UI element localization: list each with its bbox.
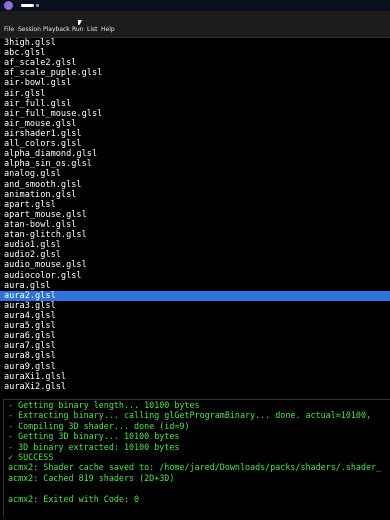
file-list-item[interactable]: audio_mouse.glsl <box>0 260 390 270</box>
file-list-item[interactable]: air_full_mouse.glsl <box>0 109 390 119</box>
file-list-item[interactable]: audio2.glsl <box>0 250 390 260</box>
terminal-line: - 3D binary extracted: 10100 bytes <box>8 441 180 452</box>
file-list-item[interactable]: aura4.glsl <box>0 311 390 321</box>
file-list-item[interactable]: apart_mouse.glsl <box>0 210 390 220</box>
app-launcher-icon[interactable] <box>4 1 13 10</box>
file-list-item[interactable]: auraXi1.glsl <box>0 372 390 382</box>
file-list-item[interactable]: atan-bowl.glsl <box>0 220 390 230</box>
menu-help[interactable]: Help <box>101 26 115 33</box>
menu-session[interactable]: Session <box>18 26 41 33</box>
file-list-item[interactable]: atan-glitch.glsl <box>0 230 390 240</box>
terminal-line: - Compiling 3D shader... done (id=9) <box>8 420 190 431</box>
file-list-item[interactable]: aura.glsl <box>0 281 390 291</box>
file-list-item[interactable]: air-bowl.glsl <box>0 78 390 88</box>
file-list-item[interactable]: apart.glsl <box>0 200 390 210</box>
file-list-item[interactable]: af_scale_puple.glsl <box>0 68 390 78</box>
menu-bar: File Session Playback Run List Help <box>0 25 390 38</box>
system-top-bar <box>0 0 390 11</box>
menu-list[interactable]: List <box>87 26 98 33</box>
file-list-item[interactable]: all_colors.glsl <box>0 139 390 149</box>
file-list-item[interactable]: aura6.glsl <box>0 331 390 341</box>
file-list-item[interactable]: auraXi2.glsl <box>0 382 390 392</box>
file-list-item[interactable]: audio1.glsl <box>0 240 390 250</box>
workspace-indicator-icon[interactable] <box>21 4 34 7</box>
terminal-line: ✓ SUCCESS <box>8 451 54 462</box>
file-list-item[interactable]: abc.glsl <box>0 48 390 58</box>
window-title-bar[interactable] <box>0 11 390 25</box>
terminal-line: - Getting binary length... 10100 bytes <box>8 400 200 410</box>
workspace-dot-icon[interactable] <box>36 4 39 7</box>
file-list-item[interactable]: aura7.glsl <box>0 341 390 351</box>
terminal-line: - Getting 3D binary... 10100 bytes <box>8 431 180 442</box>
menu-file[interactable]: File <box>4 26 14 33</box>
file-list-item[interactable]: alpha_diamond.glsl <box>0 149 390 159</box>
file-list-item[interactable]: air_full.glsl <box>0 99 390 109</box>
file-list-item[interactable]: air.glsl <box>0 89 390 99</box>
terminal-line: acmx2: Shader cache saved to: /home/jare… <box>8 462 382 473</box>
file-list-item-selected[interactable]: aura2.glsl <box>0 290 390 301</box>
terminal-line: - Extracting binary... calling glGetProg… <box>8 410 377 421</box>
file-list-item[interactable]: audiocolor.glsl <box>0 271 390 281</box>
menu-run[interactable]: Run <box>72 26 84 33</box>
file-list-item[interactable]: and_smooth.glsl <box>0 180 390 190</box>
file-list-item[interactable]: analog.glsl <box>0 169 390 179</box>
terminal-line: acmx2: Exited with Code: 0 <box>8 493 140 504</box>
terminal-line: acmx2: Cached 819 shaders (2D+3D) <box>8 472 175 483</box>
file-list-item[interactable]: air_mouse.glsl <box>0 119 390 129</box>
file-list-item[interactable]: aura8.glsl <box>0 351 390 361</box>
file-list-item[interactable]: af_scale2.glsl <box>0 58 390 68</box>
file-list-item[interactable]: aura3.glsl <box>0 301 390 311</box>
file-list-item[interactable]: aura9.glsl <box>0 362 390 372</box>
file-list-item[interactable]: airshader1.glsl <box>0 129 390 139</box>
terminal-output: - Getting binary length... 10100 bytes - … <box>3 399 390 517</box>
menu-playback[interactable]: Playback <box>43 26 70 33</box>
shader-file-list[interactable]: 3high.glsl abc.glsl af_scale2.glsl af_scale… <box>0 38 390 394</box>
file-list-item[interactable]: alpha_sin_os.glsl <box>0 159 390 169</box>
file-list-item[interactable]: animation.glsl <box>0 190 390 200</box>
file-list-item[interactable]: aura5.glsl <box>0 321 390 331</box>
file-list-item[interactable]: 3high.glsl <box>0 38 390 48</box>
